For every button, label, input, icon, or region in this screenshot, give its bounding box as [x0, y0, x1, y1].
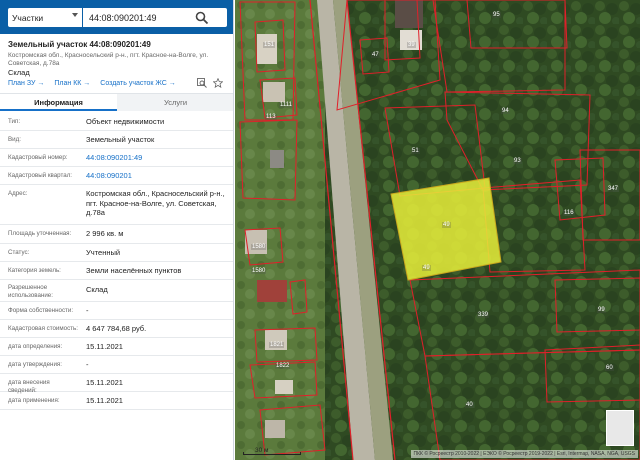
plot-label: 49 — [442, 222, 451, 228]
category-label: Склад — [8, 68, 30, 77]
info-value: 4 647 784,68 руб. — [86, 324, 147, 333]
plot-label: 1111 — [279, 102, 294, 108]
plot-label: 116 — [563, 210, 575, 216]
info-label: Площадь уточненная: — [8, 230, 72, 237]
star-icon[interactable] — [213, 78, 223, 88]
plan-kk-link[interactable]: План КК → — [54, 80, 90, 87]
info-row: Тип: Объект недвижимости — [0, 113, 233, 131]
search-bar: Участки — [0, 0, 233, 34]
info-value: Объект недвижимости — [86, 117, 165, 126]
info-row: Разрешенное использование: Склад — [0, 280, 233, 302]
search-area-icon[interactable] — [197, 78, 207, 88]
info-label: Кадастровый номер: — [8, 154, 68, 161]
info-row: Кадастровый квартал: 44:08:090201 — [0, 167, 233, 185]
plot-label: 49 — [422, 265, 431, 271]
info-label: Статус: — [8, 249, 30, 256]
info-row: дата применения: 15.11.2021 — [0, 392, 233, 410]
minimap-thumbnail[interactable] — [606, 410, 634, 446]
plot-label: 93 — [513, 158, 522, 164]
close-icon[interactable] — [213, 11, 225, 23]
plot-label: 95 — [492, 12, 501, 18]
info-value: - — [86, 360, 89, 369]
cadastral-map[interactable]: 151 39 47 95 1111 113 94 51 93 49 347 11… — [235, 0, 640, 460]
info-label: дата определения: — [8, 343, 63, 350]
info-row: Форма собственности: - — [0, 302, 233, 320]
info-row: Категория земель: Земли населённых пункт… — [0, 262, 233, 280]
info-value: 15.11.2021 — [86, 396, 123, 405]
plan-zu-link[interactable]: План ЗУ → — [8, 80, 44, 87]
plot-label: 51 — [411, 148, 420, 154]
info-label: Форма собственности: — [8, 307, 74, 314]
info-row: Адрес: Костромская обл., Красносельский … — [0, 185, 233, 225]
search-icon[interactable] — [195, 11, 209, 25]
cadastral-number-link[interactable]: 44:08:090201:49 — [86, 153, 226, 163]
plot-label: 39 — [407, 42, 416, 48]
info-row: Кадастровый номер: 44:08:090201:49 — [0, 149, 233, 167]
create-zs-link[interactable]: Создать участок ЖС → — [100, 80, 176, 87]
address-subtitle: Костромская обл., Красносельский р-н., п… — [8, 52, 209, 67]
info-value: Костромская обл., Красносельский р-н., п… — [86, 189, 225, 217]
scale-bar — [243, 452, 301, 455]
tab-services[interactable]: Услуги — [117, 94, 233, 111]
info-label: Вид: — [8, 136, 21, 143]
plot-label: 40 — [465, 402, 474, 408]
plot-label: 1822 — [275, 363, 291, 369]
info-value: - — [86, 306, 89, 315]
info-value: Земельный участок — [86, 135, 155, 144]
info-label: дата утверждения: — [8, 361, 63, 368]
info-value: Склад — [86, 285, 108, 294]
info-label: дата применения: — [8, 397, 60, 404]
info-sidebar: Участки Земельный участок 44:08:090201:4… — [0, 0, 234, 460]
search-type-label: Участки — [12, 12, 44, 23]
plot-label: 339 — [477, 312, 490, 318]
info-label: Категория земель: — [8, 267, 61, 274]
info-value: Земли населённых пунктов — [86, 266, 182, 275]
info-value: Учтенный — [86, 248, 121, 257]
plot-label: 99 — [597, 307, 606, 313]
info-label: Тип: — [8, 118, 21, 125]
page-title: Земельный участок 44:08:090201:49 — [8, 40, 151, 49]
info-label: Разрешенное использование: — [8, 284, 53, 299]
map-attribution: ПКК © Росреестр 2010-2022 | ЕЭКО © Росре… — [410, 450, 638, 458]
selected-parcel — [390, 177, 502, 281]
info-row: Вид: Земельный участок — [0, 131, 233, 149]
info-label: Кадастровый квартал: — [8, 172, 73, 179]
info-label: Адрес: — [8, 190, 28, 197]
plot-label: 47 — [371, 52, 380, 58]
plot-label: 113 — [265, 114, 277, 120]
info-row: дата внесения сведений: 15.11.2021 — [0, 374, 233, 394]
info-value: 15.11.2021 — [86, 378, 123, 387]
info-value: 15.11.2021 — [86, 342, 123, 351]
info-label: Кадастровая стоимость: — [8, 325, 78, 332]
info-row: Статус: Учтенный — [0, 244, 233, 262]
plot-label: 1580 — [251, 244, 267, 250]
plot-label: 94 — [501, 108, 510, 114]
cadastral-quarter-link[interactable]: 44:08:090201 — [86, 171, 226, 181]
plot-label: 1580 — [251, 268, 267, 274]
plot-label: 151 — [263, 42, 276, 48]
info-row: Площадь уточненная: 2 996 кв. м — [0, 225, 233, 244]
info-row: Кадастровая стоимость: 4 647 784,68 руб. — [0, 320, 233, 338]
chevron-down-icon — [72, 13, 78, 17]
info-value: 2 996 кв. м — [86, 229, 124, 238]
plot-label: 347 — [607, 186, 620, 192]
tab-bar: Информация Услуги — [0, 93, 233, 111]
search-type-select[interactable]: Участки — [8, 8, 82, 27]
info-row: дата утверждения: - — [0, 356, 233, 374]
info-row: дата определения: 15.11.2021 — [0, 338, 233, 356]
action-icons — [197, 78, 223, 88]
satellite-imagery — [235, 0, 640, 460]
plan-links: План ЗУ → План КК → Создать участок ЖС → — [8, 80, 176, 87]
plot-label: 60 — [605, 365, 614, 371]
plot-label: 1821 — [269, 342, 285, 348]
tab-information[interactable]: Информация — [0, 94, 117, 111]
